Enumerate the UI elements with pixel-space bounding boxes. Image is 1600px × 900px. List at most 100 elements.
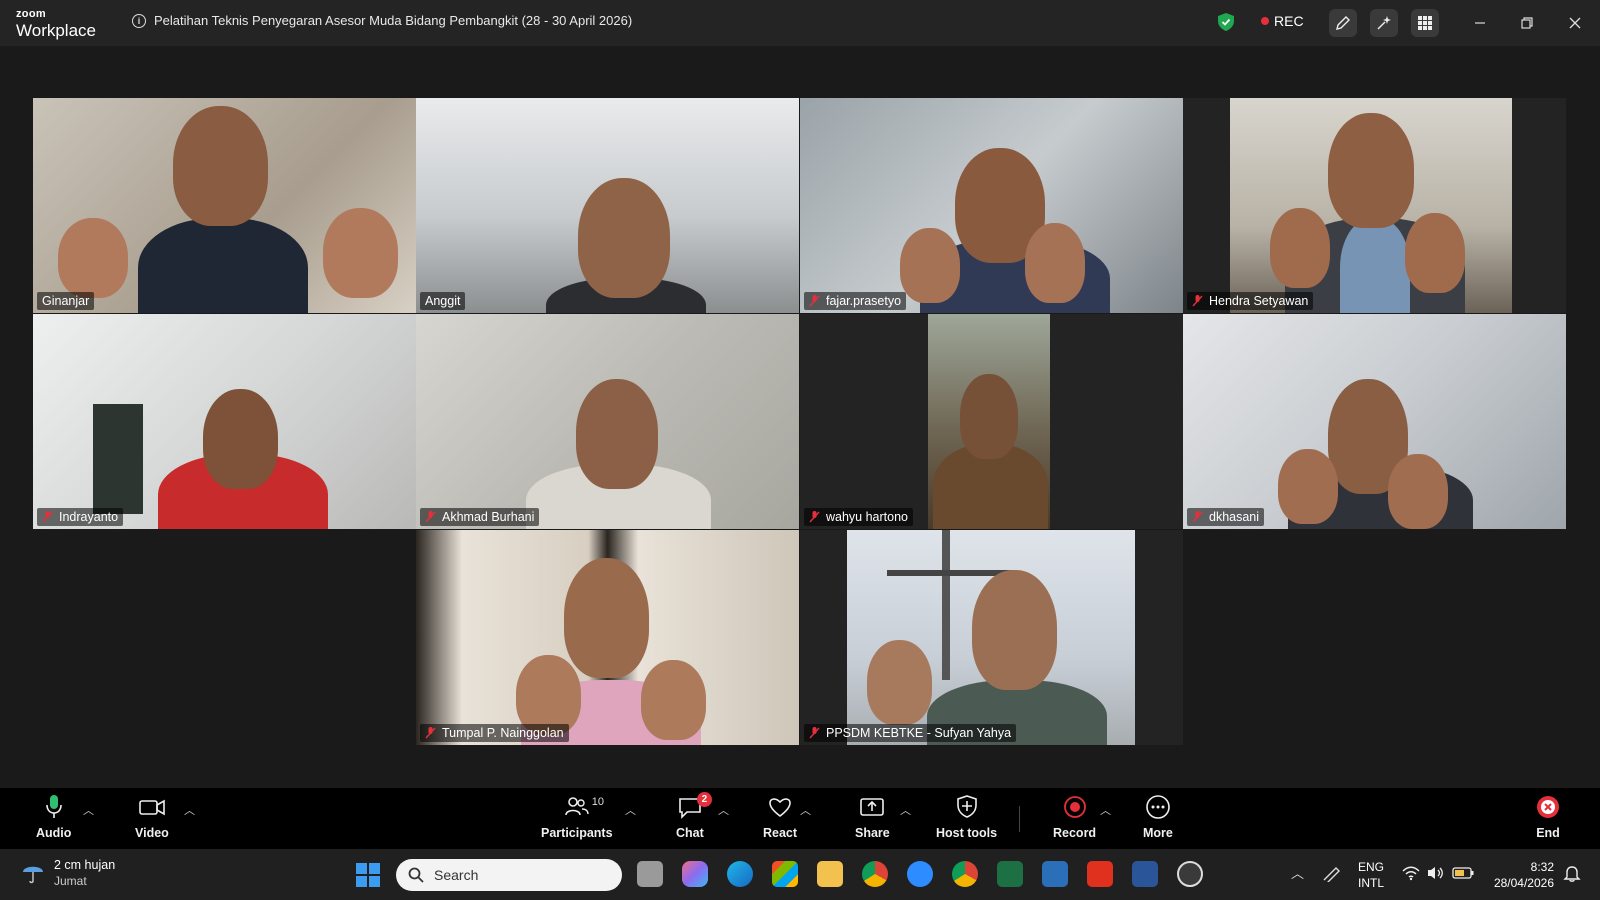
search-icon xyxy=(408,867,424,883)
video-feed xyxy=(416,314,799,529)
video-feed xyxy=(928,314,1050,529)
share-options-chevron-icon[interactable]: ︿ xyxy=(900,802,911,818)
search-placeholder: Search xyxy=(434,867,479,883)
muted-mic-icon xyxy=(1192,295,1203,307)
weather-widget[interactable]: 2 cm hujan Jumat xyxy=(20,858,115,888)
participant-name: PPSDM KEBTKE - Sufyan Yahya xyxy=(804,724,1017,742)
video-tile[interactable]: Hendra Setyawan xyxy=(1183,98,1566,313)
participants-button[interactable]: 10 Participants xyxy=(541,794,613,840)
participants-icon xyxy=(564,797,589,816)
participant-name: Anggit xyxy=(420,292,466,310)
participants-options-chevron-icon[interactable]: ︿ xyxy=(625,802,636,818)
edge-browser-icon[interactable] xyxy=(727,861,753,887)
video-feed xyxy=(1183,314,1566,529)
file-explorer-icon[interactable] xyxy=(817,861,843,887)
media-player-icon[interactable] xyxy=(1177,861,1203,887)
video-feed xyxy=(416,530,799,745)
heart-icon xyxy=(769,798,791,818)
video-tile[interactable]: Indrayanto xyxy=(33,314,416,529)
chat-options-chevron-icon[interactable]: ︿ xyxy=(718,802,729,818)
host-tools-button[interactable]: Host tools xyxy=(936,794,997,840)
participant-name: Ginanjar xyxy=(37,292,95,310)
task-view-icon[interactable] xyxy=(637,861,663,887)
end-call-icon xyxy=(1537,796,1559,818)
word-icon[interactable] xyxy=(1132,861,1158,887)
video-feed xyxy=(847,530,1135,745)
video-tile[interactable]: PPSDM KEBTKE - Sufyan Yahya xyxy=(800,530,1183,745)
annotate-button[interactable] xyxy=(1329,9,1357,37)
record-icon xyxy=(1063,796,1086,818)
battery-icon[interactable] xyxy=(1452,867,1474,879)
windows-taskbar: 2 cm hujan Jumat Search ︿ ENG INTL 8:32 … xyxy=(0,849,1600,900)
video-feed xyxy=(800,98,1183,313)
brand-bottom: Workplace xyxy=(16,21,96,40)
react-options-chevron-icon[interactable]: ︿ xyxy=(800,802,811,818)
video-tile[interactable]: dkhasani xyxy=(1183,314,1566,529)
share-button[interactable]: Share xyxy=(855,794,890,840)
video-tile[interactable]: Tumpal P. Nainggolan xyxy=(416,530,799,745)
video-tile-active-speaker[interactable]: Anggit xyxy=(416,98,799,313)
muted-mic-icon xyxy=(425,727,436,739)
clock[interactable]: 8:32 28/04/2026 xyxy=(1486,859,1554,891)
chrome-profile-icon[interactable] xyxy=(952,861,978,887)
chrome-icon[interactable] xyxy=(862,861,888,887)
photos-icon[interactable] xyxy=(1042,861,1068,887)
wifi-icon[interactable] xyxy=(1402,865,1420,881)
video-tile[interactable]: fajar.prasetyo xyxy=(800,98,1183,313)
encryption-shield-icon[interactable] xyxy=(1218,13,1234,31)
meeting-controls: Audio ︿ Video ︿ 10 Participants ︿ 2 Chat… xyxy=(0,788,1600,849)
meeting-info[interactable]: i Pelatihan Teknis Penyegaran Asesor Mud… xyxy=(132,13,632,28)
language-indicator[interactable]: ENG INTL xyxy=(1358,859,1384,891)
participant-name: Indrayanto xyxy=(37,508,124,526)
more-button[interactable]: More xyxy=(1143,794,1173,840)
video-tile[interactable]: wahyu hartono xyxy=(800,314,1183,529)
audio-button[interactable]: Audio xyxy=(36,794,71,840)
ai-companion-button[interactable] xyxy=(1370,9,1398,37)
tray-overflow-chevron-icon[interactable]: ︿ xyxy=(1291,863,1304,882)
muted-mic-icon xyxy=(1192,511,1203,523)
video-tile[interactable]: Akhmad Burhani xyxy=(416,314,799,529)
info-icon[interactable]: i xyxy=(132,13,146,28)
muted-mic-icon xyxy=(809,295,820,307)
share-screen-icon xyxy=(860,798,885,816)
react-button[interactable]: React xyxy=(763,794,797,840)
record-dot-icon xyxy=(1261,17,1269,25)
taskbar-search-input[interactable]: Search xyxy=(396,859,622,891)
record-button[interactable]: Record xyxy=(1053,794,1096,840)
zoom-logo: zoom Workplace xyxy=(16,8,96,40)
video-tile[interactable]: Ginanjar xyxy=(33,98,416,313)
chat-button[interactable]: 2 Chat xyxy=(676,792,712,840)
camera-icon xyxy=(139,799,165,816)
end-meeting-button[interactable]: End xyxy=(1535,794,1561,840)
title-bar: zoom Workplace i Pelatihan Teknis Penyeg… xyxy=(0,0,1600,46)
participant-count: 10 xyxy=(591,796,605,808)
participant-name: Hendra Setyawan xyxy=(1187,292,1314,310)
pdf-reader-icon[interactable] xyxy=(1087,861,1113,887)
excel-icon[interactable] xyxy=(997,861,1023,887)
pen-input-icon[interactable] xyxy=(1322,864,1342,882)
recording-indicator[interactable]: REC xyxy=(1261,13,1304,29)
grid-icon xyxy=(1418,16,1432,30)
video-feed xyxy=(33,314,416,529)
video-button[interactable]: Video xyxy=(135,794,169,840)
brand-top: zoom xyxy=(16,8,46,20)
minimize-icon[interactable] xyxy=(1469,12,1491,34)
video-feed xyxy=(1230,98,1512,313)
volume-icon[interactable] xyxy=(1426,865,1444,881)
participant-name: dkhasani xyxy=(1187,508,1265,526)
video-feed xyxy=(416,98,799,313)
zoom-taskbar-icon[interactable] xyxy=(907,861,933,887)
record-options-chevron-icon[interactable]: ︿ xyxy=(1100,802,1111,818)
notification-bell-icon[interactable] xyxy=(1563,864,1581,882)
muted-mic-icon xyxy=(809,727,820,739)
windows-start-icon[interactable] xyxy=(355,862,381,888)
close-icon[interactable] xyxy=(1564,12,1586,34)
store-icon[interactable] xyxy=(772,861,798,887)
meeting-title: Pelatihan Teknis Penyegaran Asesor Muda … xyxy=(154,13,633,28)
restore-icon[interactable] xyxy=(1516,12,1538,34)
video-options-chevron-icon[interactable]: ︿ xyxy=(184,802,195,818)
apps-button[interactable] xyxy=(1411,9,1439,37)
copilot-icon[interactable] xyxy=(682,861,708,887)
participant-name: Akhmad Burhani xyxy=(420,508,540,526)
audio-options-chevron-icon[interactable]: ︿ xyxy=(83,802,94,818)
